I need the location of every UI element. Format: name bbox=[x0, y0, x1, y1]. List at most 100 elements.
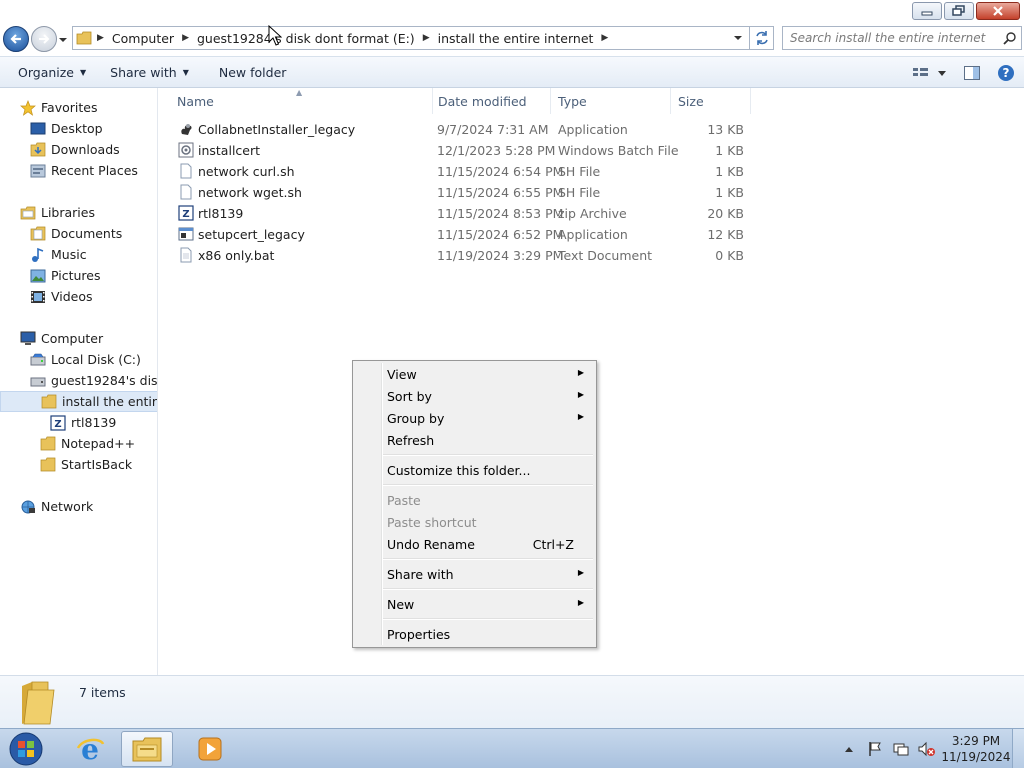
organize-button[interactable]: Organize ▼ bbox=[10, 60, 94, 84]
internet-explorer-icon: e bbox=[76, 734, 105, 764]
nav-label: Favorites bbox=[41, 100, 98, 115]
nav-music[interactable]: Music bbox=[0, 244, 157, 265]
taskbar-internet-explorer[interactable]: e bbox=[64, 731, 116, 767]
nav-install-the-entire-internet[interactable]: install the entire in bbox=[0, 391, 157, 412]
nav-notepadpp[interactable]: Notepad++ bbox=[0, 433, 157, 454]
file-size: 1 KB bbox=[715, 164, 744, 179]
menu-item-label: Properties bbox=[387, 627, 451, 642]
recent-places-icon bbox=[30, 163, 46, 179]
volume-muted-icon[interactable] bbox=[918, 740, 936, 758]
svg-text:?: ? bbox=[1003, 66, 1010, 80]
nav-label: Computer bbox=[41, 331, 104, 346]
nav-network[interactable]: Network bbox=[0, 496, 157, 517]
nav-label: guest19284's disk dc bbox=[51, 373, 158, 388]
menu-item-view[interactable]: View ▶ bbox=[355, 363, 594, 385]
menu-item-properties[interactable]: Properties bbox=[355, 623, 594, 645]
taskbar-windows-explorer[interactable] bbox=[121, 731, 173, 767]
menu-item-customize-folder[interactable]: Customize this folder... bbox=[355, 459, 594, 481]
minimize-button[interactable] bbox=[912, 2, 942, 20]
change-view-button[interactable] bbox=[910, 61, 950, 85]
file-type: Application bbox=[558, 122, 628, 137]
windows-logo-icon bbox=[9, 732, 43, 766]
column-header-name[interactable]: Name bbox=[169, 88, 433, 114]
nav-local-disk-c[interactable]: Local Disk (C:) bbox=[0, 349, 157, 370]
menu-item-group-by[interactable]: Group by ▶ bbox=[355, 407, 594, 429]
nav-favorites[interactable]: Favorites bbox=[0, 97, 157, 118]
action-center-flag-icon[interactable] bbox=[866, 740, 884, 758]
item-count: 7 items bbox=[79, 685, 126, 700]
nav-guest-disk-e[interactable]: guest19284's disk dc bbox=[0, 370, 158, 391]
file-name: x86 only.bat bbox=[198, 248, 275, 263]
nav-startisback[interactable]: StartIsBack bbox=[0, 454, 157, 475]
close-button[interactable] bbox=[976, 2, 1020, 20]
menu-item-label: View bbox=[387, 367, 417, 382]
chevron-down-icon bbox=[734, 36, 742, 40]
file-row[interactable]: setupcert_legacy 11/15/2024 6:52 PM Appl… bbox=[159, 224, 759, 245]
search-box[interactable] bbox=[782, 26, 1022, 50]
refresh-button[interactable] bbox=[750, 26, 774, 50]
column-header-size[interactable]: Size bbox=[670, 88, 751, 114]
breadcrumb-separator-icon[interactable]: ▶ bbox=[180, 33, 191, 43]
nav-desktop[interactable]: Desktop bbox=[0, 118, 157, 139]
nav-computer[interactable]: Computer bbox=[0, 328, 157, 349]
breadcrumb-computer[interactable]: Computer bbox=[106, 27, 180, 49]
network-icon bbox=[20, 499, 36, 515]
nav-documents[interactable]: Documents bbox=[0, 223, 157, 244]
show-hidden-icons-button[interactable] bbox=[840, 740, 858, 758]
nav-label: StartIsBack bbox=[61, 457, 133, 472]
file-name: network curl.sh bbox=[198, 164, 295, 179]
maximize-button[interactable] bbox=[944, 2, 974, 20]
breadcrumb-separator-icon[interactable]: ▶ bbox=[599, 33, 610, 43]
column-header-date-modified[interactable]: Date modified bbox=[430, 88, 551, 114]
nav-rtl8139[interactable]: Z rtl8139 bbox=[0, 412, 157, 433]
search-input[interactable] bbox=[783, 27, 993, 49]
share-with-button[interactable]: Share with ▼ bbox=[102, 60, 197, 84]
start-button[interactable] bbox=[2, 730, 50, 768]
file-row[interactable]: x86 only.bat 11/19/2024 3:29 PM Text Doc… bbox=[159, 245, 759, 266]
help-button[interactable]: ? bbox=[994, 61, 1018, 85]
address-history-dropdown[interactable] bbox=[729, 27, 747, 49]
menu-item-sort-by[interactable]: Sort by ▶ bbox=[355, 385, 594, 407]
file-row[interactable]: installcert 12/1/2023 5:28 PM Windows Ba… bbox=[159, 140, 759, 161]
nav-videos[interactable]: Videos bbox=[0, 286, 157, 307]
breadcrumb-separator-icon[interactable]: ▶ bbox=[95, 33, 106, 43]
menu-item-refresh[interactable]: Refresh bbox=[355, 429, 594, 451]
file-row[interactable]: CollabnetInstaller_legacy 9/7/2024 7:31 … bbox=[159, 119, 759, 140]
search-icon[interactable] bbox=[1003, 31, 1017, 45]
nav-downloads[interactable]: Downloads bbox=[0, 139, 157, 160]
file-size: 1 KB bbox=[715, 143, 744, 158]
taskbar-media-player[interactable] bbox=[184, 731, 236, 767]
file-row[interactable]: Z rtl8139 11/15/2024 8:53 PM zip Archive… bbox=[159, 203, 759, 224]
column-header-type[interactable]: Type bbox=[550, 88, 671, 114]
show-desktop-button[interactable] bbox=[1012, 729, 1024, 768]
file-name: installcert bbox=[198, 143, 261, 158]
preview-pane-button[interactable] bbox=[960, 61, 984, 85]
nav-pictures[interactable]: Pictures bbox=[0, 265, 157, 286]
zip-archive-icon: Z bbox=[178, 205, 194, 221]
file-row[interactable]: network curl.sh 11/15/2024 6:54 PM SH Fi… bbox=[159, 161, 759, 182]
clock[interactable]: 3:29 PM 11/19/2024 bbox=[940, 733, 1012, 765]
network-status-icon[interactable] bbox=[892, 740, 910, 758]
nav-label: Network bbox=[41, 499, 94, 514]
menu-item-share-with[interactable]: Share with ▶ bbox=[355, 563, 594, 585]
close-icon bbox=[993, 6, 1003, 16]
organize-label: Organize bbox=[18, 64, 74, 80]
recent-pages-dropdown[interactable] bbox=[58, 34, 68, 44]
menu-item-undo-rename[interactable]: Undo Rename Ctrl+Z bbox=[355, 533, 594, 555]
new-folder-button[interactable]: New folder bbox=[211, 60, 295, 84]
file-row[interactable]: network wget.sh 11/15/2024 6:55 PM SH Fi… bbox=[159, 182, 759, 203]
nav-libraries[interactable]: Libraries bbox=[0, 202, 157, 223]
menu-item-label: Group by bbox=[387, 411, 445, 426]
back-button[interactable] bbox=[3, 26, 29, 52]
breadcrumb-drive[interactable]: guest19284's disk dont format (E:) bbox=[191, 27, 421, 49]
breadcrumb-separator-icon[interactable]: ▶ bbox=[421, 33, 432, 43]
menu-item-new[interactable]: New ▶ bbox=[355, 593, 594, 615]
minimize-icon bbox=[921, 11, 933, 16]
forward-button[interactable] bbox=[31, 26, 57, 52]
context-menu: View ▶ Sort by ▶ Group by ▶ Refresh Cust… bbox=[352, 360, 597, 648]
nav-recent-places[interactable]: Recent Places bbox=[0, 160, 157, 181]
breadcrumb-current-folder[interactable]: install the entire internet bbox=[432, 27, 600, 49]
nav-label: install the entire in bbox=[62, 394, 157, 409]
address-bar[interactable]: ▶ Computer ▶ guest19284's disk dont form… bbox=[72, 26, 750, 50]
menu-item-label: Paste bbox=[387, 493, 421, 508]
